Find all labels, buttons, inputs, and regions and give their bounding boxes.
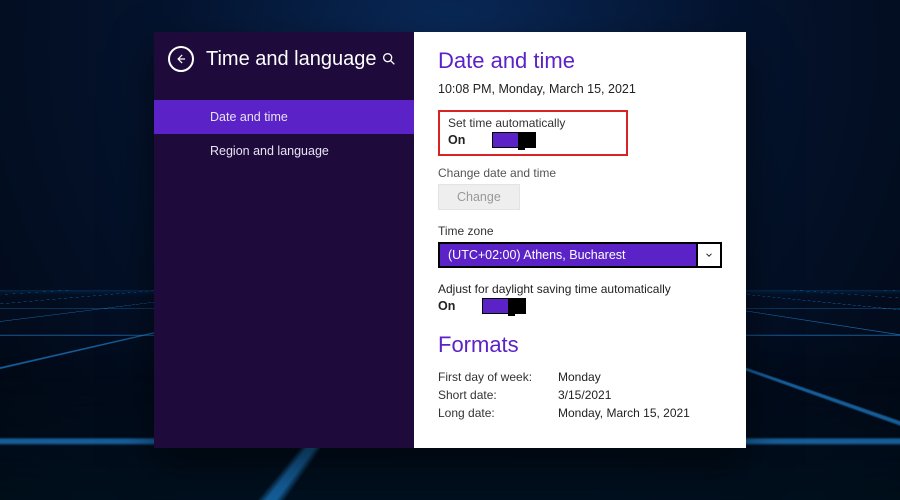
formats-heading: Formats [438, 332, 722, 358]
chevron-down-icon [704, 250, 714, 260]
auto-dst-state: On [438, 299, 482, 313]
settings-window: Time and language Date and time Region a… [154, 32, 746, 448]
set-time-automatically-label: Set time automatically [448, 116, 618, 130]
timezone-label: Time zone [438, 224, 722, 238]
set-time-automatically-toggle[interactable] [492, 132, 536, 148]
format-row: Long date: Monday, March 15, 2021 [438, 404, 722, 422]
page-heading: Date and time [438, 48, 722, 74]
format-key: First day of week: [438, 370, 558, 384]
arrow-left-icon [174, 52, 188, 66]
sidebar-title: Time and language [206, 48, 378, 71]
main-panel: Date and time 10:08 PM, Monday, March 15… [414, 32, 746, 448]
change-date-time-label: Change date and time [438, 166, 722, 180]
back-button[interactable] [168, 46, 194, 72]
formats-section: Formats First day of week: Monday Short … [438, 332, 722, 422]
sidebar-item-date-and-time[interactable]: Date and time [154, 100, 414, 134]
timezone-caret [696, 244, 720, 266]
auto-dst-label: Adjust for daylight saving time automati… [438, 282, 722, 296]
change-button: Change [438, 184, 520, 210]
format-key: Long date: [438, 406, 558, 420]
format-row: Short date: 3/15/2021 [438, 386, 722, 404]
timezone-value: (UTC+02:00) Athens, Bucharest [440, 244, 696, 266]
set-time-automatically-state: On [448, 133, 492, 147]
format-row: First day of week: Monday [438, 368, 722, 386]
search-icon [381, 51, 397, 67]
format-value: Monday [558, 370, 601, 384]
sidebar: Time and language Date and time Region a… [154, 32, 414, 448]
sidebar-item-label: Date and time [210, 110, 288, 124]
change-date-time-block: Change date and time Change [438, 166, 722, 210]
format-key: Short date: [438, 388, 558, 402]
format-value: Monday, March 15, 2021 [558, 406, 690, 420]
auto-dst-block: Adjust for daylight saving time automati… [438, 282, 722, 314]
search-button[interactable] [378, 48, 400, 70]
highlight-box: Set time automatically On [438, 110, 628, 156]
sidebar-item-label: Region and language [210, 144, 329, 158]
sidebar-item-region-and-language[interactable]: Region and language [154, 134, 414, 168]
timezone-block: Time zone (UTC+02:00) Athens, Bucharest [438, 224, 722, 268]
current-datetime: 10:08 PM, Monday, March 15, 2021 [438, 82, 722, 96]
sidebar-header: Time and language [154, 32, 414, 82]
auto-dst-toggle[interactable] [482, 298, 526, 314]
timezone-select[interactable]: (UTC+02:00) Athens, Bucharest [438, 242, 722, 268]
format-value: 3/15/2021 [558, 388, 611, 402]
